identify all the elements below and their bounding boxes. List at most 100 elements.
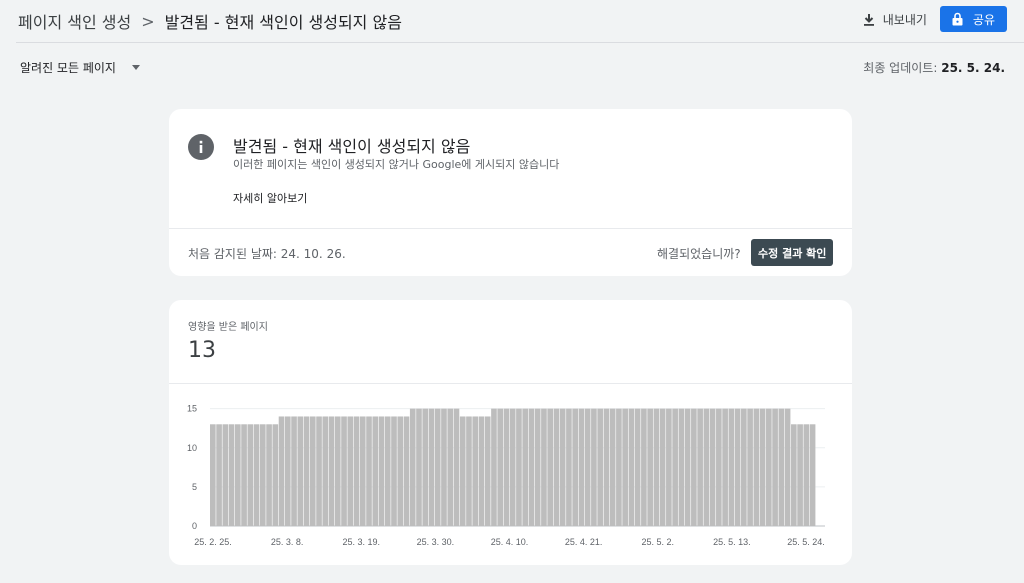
chart-bar[interactable] [472, 416, 479, 526]
chart-bar[interactable] [791, 424, 797, 526]
chart-bar[interactable] [659, 408, 666, 526]
chart-bar[interactable] [528, 408, 535, 526]
chart-bar[interactable] [278, 416, 285, 526]
chart-bar[interactable] [597, 408, 603, 526]
chart-bar[interactable] [353, 416, 360, 526]
chart-bar[interactable] [416, 408, 422, 526]
chart-bar[interactable] [453, 408, 460, 526]
chart-bar[interactable] [509, 408, 516, 526]
chart-bar[interactable] [703, 408, 710, 526]
chart-bar[interactable] [653, 408, 660, 526]
chart-bar[interactable] [778, 408, 785, 526]
chart-bar[interactable] [272, 424, 279, 526]
chart-bar[interactable] [666, 408, 672, 526]
chart-bar[interactable] [647, 408, 653, 526]
chart-bar[interactable] [559, 408, 566, 526]
chart-bar[interactable] [391, 416, 397, 526]
chart-bar[interactable] [409, 408, 416, 526]
chart-bar[interactable] [759, 408, 766, 526]
chart-bar[interactable] [672, 408, 678, 526]
chart-bar[interactable] [441, 408, 447, 526]
chart-bar[interactable] [478, 416, 485, 526]
chart-bar[interactable] [334, 416, 341, 526]
chart-bar[interactable] [503, 408, 510, 526]
chart-bar[interactable] [609, 408, 616, 526]
chart-bar[interactable] [297, 416, 304, 526]
chart-bar[interactable] [384, 416, 391, 526]
page-filter-dropdown[interactable]: 알려진 모든 페이지 [20, 59, 140, 76]
chart-bar[interactable] [784, 408, 791, 526]
chart-bar[interactable] [234, 424, 241, 526]
chart-bar[interactable] [222, 424, 229, 526]
chart-bar[interactable] [709, 408, 716, 526]
chart-bar[interactable] [616, 408, 622, 526]
chart-bar[interactable] [247, 424, 254, 526]
chart-bar[interactable] [747, 408, 753, 526]
chart-bar[interactable] [697, 408, 703, 526]
chart-bar[interactable] [734, 408, 741, 526]
chart-bar[interactable] [716, 408, 722, 526]
chart-bar[interactable] [447, 408, 454, 526]
chart-bar[interactable] [403, 416, 410, 526]
chart-bar[interactable] [522, 408, 529, 526]
chart-bar[interactable] [741, 408, 747, 526]
chart-bar[interactable] [428, 408, 435, 526]
chart-bar[interactable] [803, 424, 810, 526]
chart-bar[interactable] [210, 424, 216, 526]
chart-bar[interactable] [566, 408, 572, 526]
chart-bar[interactable] [641, 408, 647, 526]
chart-bar[interactable] [466, 416, 472, 526]
chart-bar[interactable] [634, 408, 641, 526]
chart-bar[interactable] [766, 408, 772, 526]
chart-bar[interactable] [628, 408, 635, 526]
chart-bar[interactable] [216, 424, 222, 526]
chart-bar[interactable] [484, 416, 491, 526]
chart-bar[interactable] [347, 416, 354, 526]
chart-bar[interactable] [722, 408, 728, 526]
chart-bar[interactable] [572, 408, 578, 526]
chart-bar[interactable] [691, 408, 697, 526]
chart-bar[interactable] [228, 424, 235, 526]
chart-bar[interactable] [497, 408, 504, 526]
chart-bar[interactable] [291, 416, 297, 526]
chart-bar[interactable] [459, 416, 466, 526]
chart-bar[interactable] [753, 408, 760, 526]
share-button[interactable]: 공유 [939, 6, 1007, 32]
chart-bar[interactable] [309, 416, 316, 526]
chart-bar[interactable] [797, 424, 803, 526]
chart-bar[interactable] [434, 408, 441, 526]
chart-bar[interactable] [253, 424, 260, 526]
chart-bar[interactable] [541, 408, 547, 526]
chart-bar[interactable] [328, 416, 335, 526]
chart-bar[interactable] [241, 424, 247, 526]
chart-bar[interactable] [809, 424, 816, 526]
chart-bar[interactable] [547, 408, 554, 526]
chart-bar[interactable] [341, 416, 347, 526]
chart-bar[interactable] [378, 416, 385, 526]
chart-bar[interactable] [366, 416, 372, 526]
chart-bar[interactable] [622, 408, 628, 526]
chart-bar[interactable] [372, 416, 379, 526]
chart-bar[interactable] [772, 408, 778, 526]
chart-bar[interactable] [359, 416, 366, 526]
chart-bar[interactable] [516, 408, 522, 526]
chart-bar[interactable] [316, 416, 322, 526]
chart-bar[interactable] [284, 416, 291, 526]
validate-fix-button[interactable]: 수정 결과 확인 [751, 239, 834, 266]
chart-bar[interactable] [678, 408, 685, 526]
chart-bar[interactable] [322, 416, 329, 526]
learn-more-link[interactable]: 자세히 알아보기 [233, 190, 307, 206]
chart-bar[interactable] [422, 408, 429, 526]
chart-bar[interactable] [603, 408, 610, 526]
chart-bar[interactable] [591, 408, 597, 526]
chart-bar[interactable] [728, 408, 735, 526]
chart-bar[interactable] [397, 416, 404, 526]
chart-bar[interactable] [684, 408, 691, 526]
chart-bar[interactable] [303, 416, 310, 526]
chart-bar[interactable] [491, 408, 497, 526]
chart-bar[interactable] [266, 424, 272, 526]
breadcrumb-parent[interactable]: 페이지 색인 생성 [18, 9, 131, 33]
chart-bar[interactable] [259, 424, 266, 526]
chart-bar[interactable] [553, 408, 560, 526]
chart-bar[interactable] [578, 408, 585, 526]
